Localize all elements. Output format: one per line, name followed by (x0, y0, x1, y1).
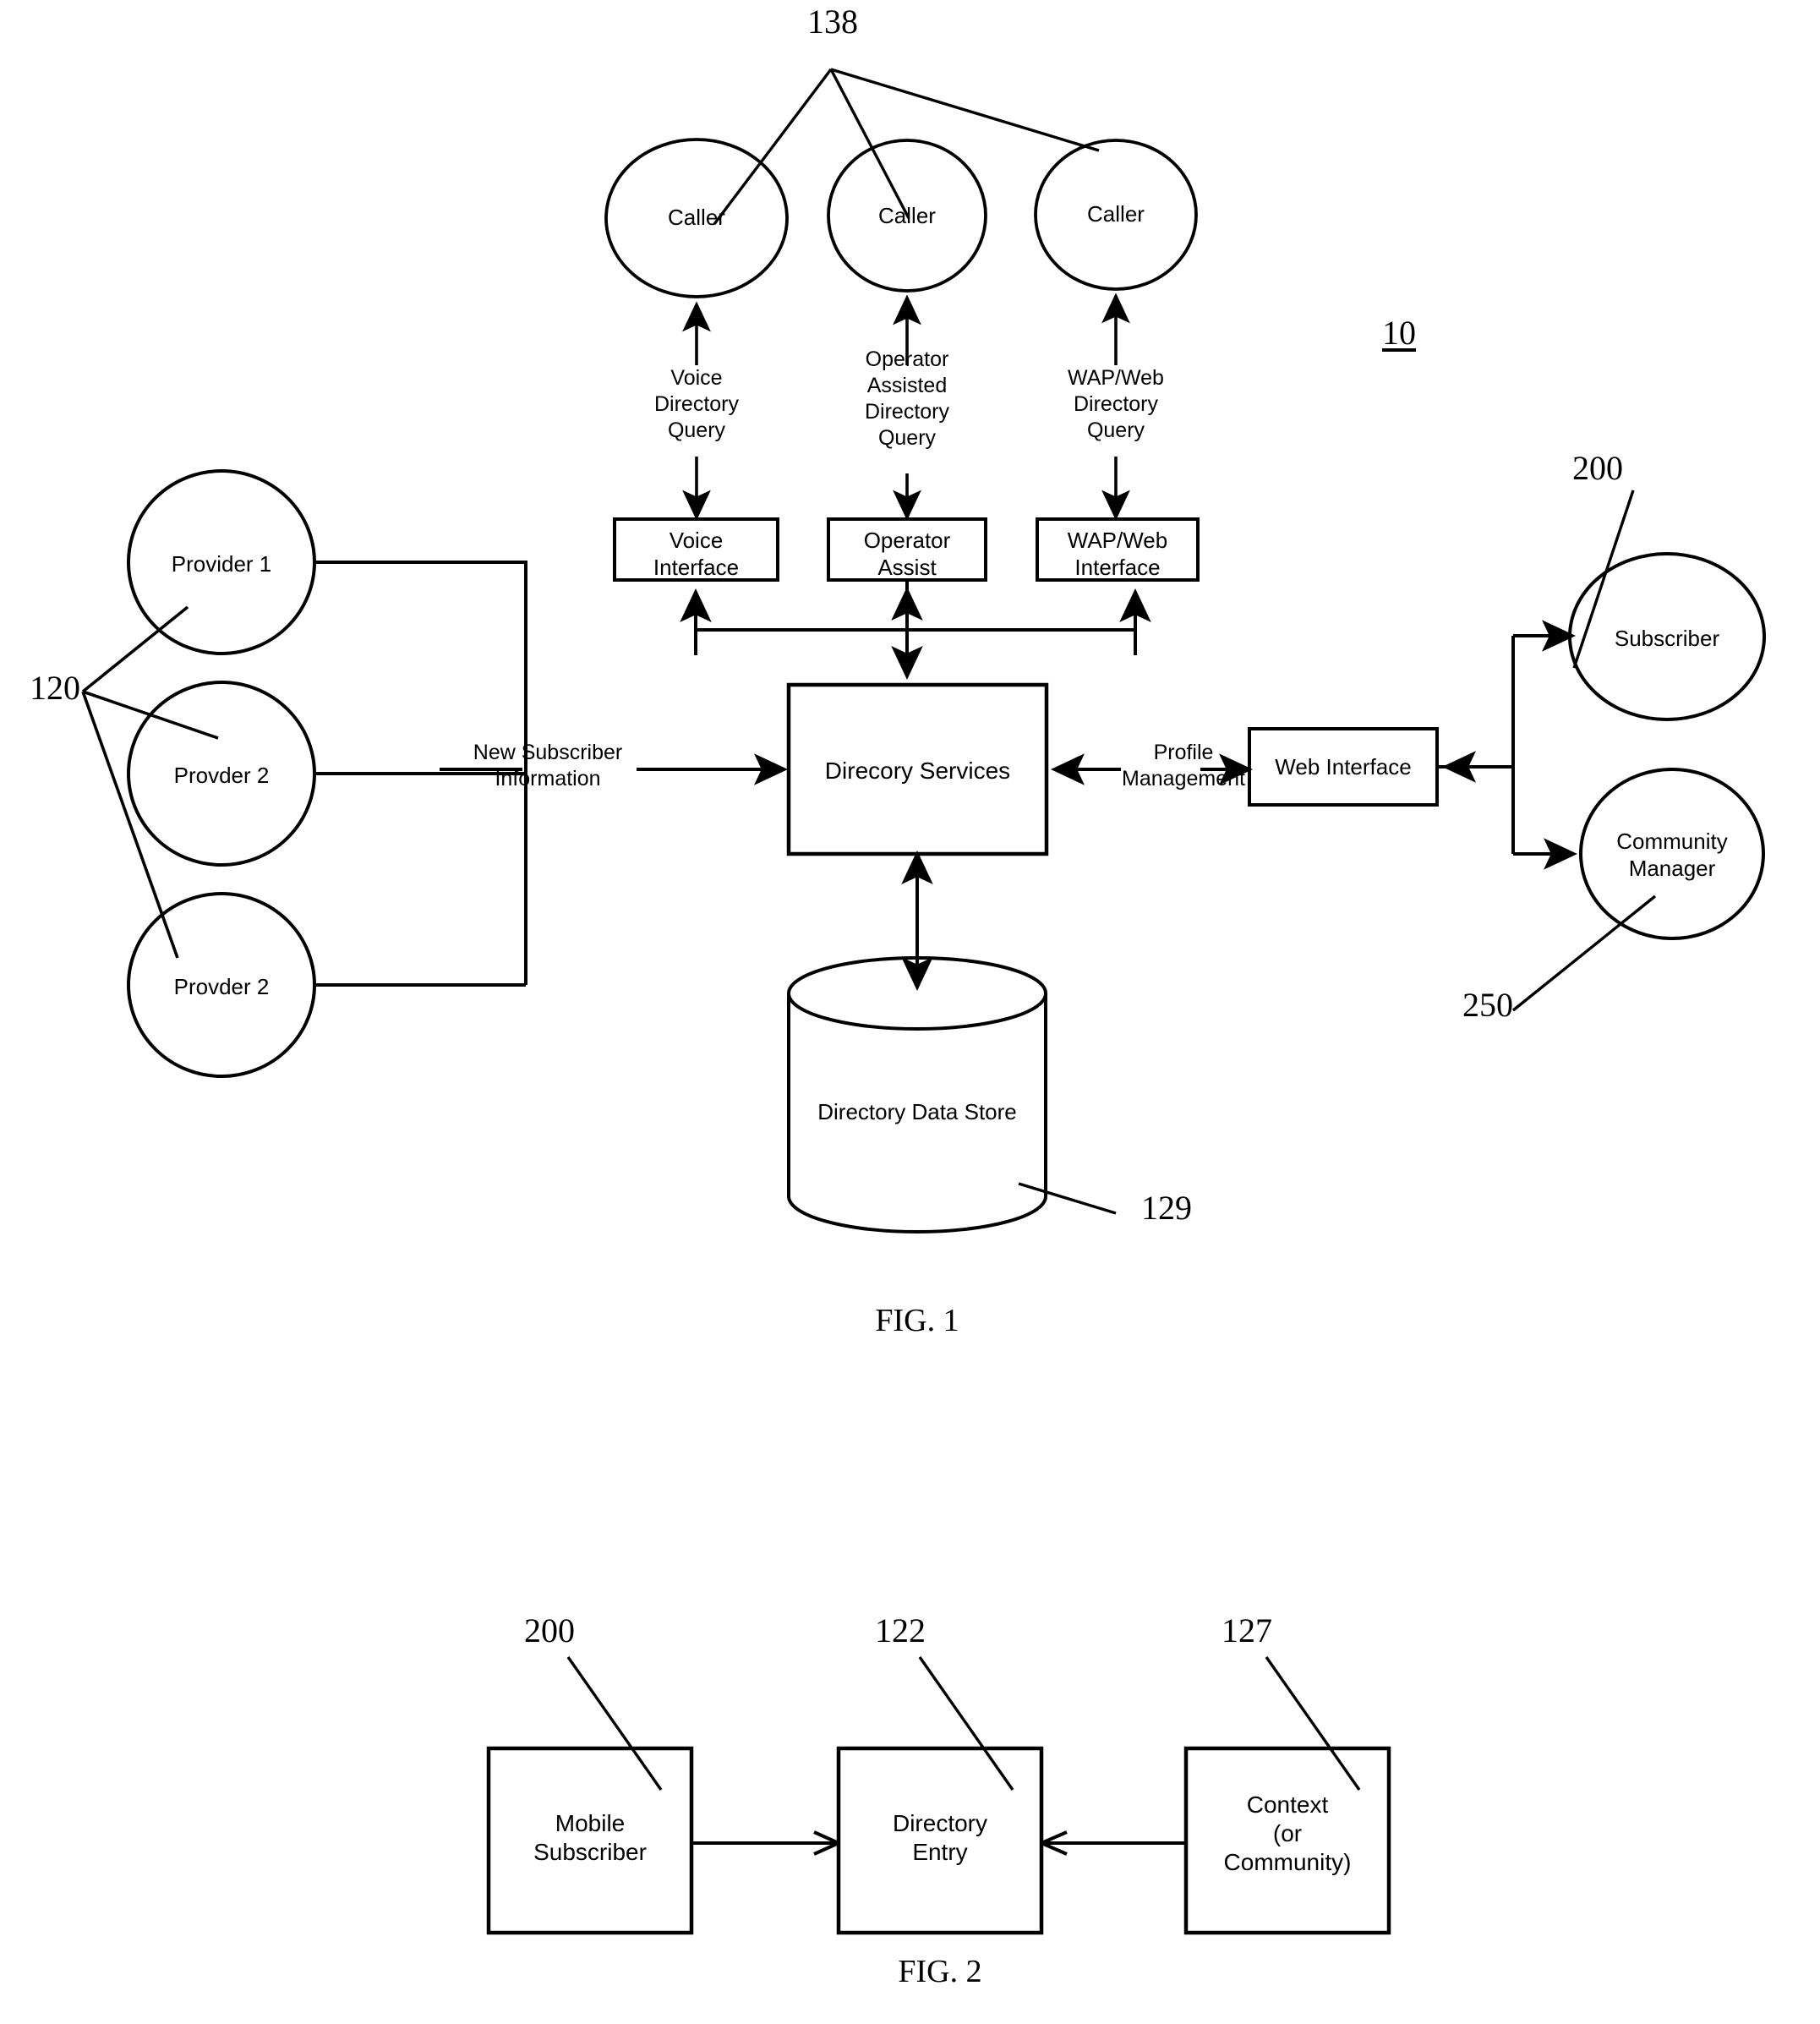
caller-query-arrows-down (682, 457, 1130, 521)
ref-120-providers: 120 (30, 669, 80, 707)
right-actor-circles (1568, 552, 1766, 940)
directory-data-store-cylinder (787, 956, 1047, 1234)
profile-management-label: Profile Management (1122, 741, 1245, 790)
patent-figure-canvas (81, 68, 1766, 1935)
voice-directory-query-label: Voice Directory Query (653, 366, 739, 442)
wap-web-directory-query-label: WAP/Web Directory Query (1068, 366, 1164, 442)
directory-services-box (786, 682, 1049, 856)
datastore-ref-leader (1018, 1182, 1117, 1215)
figure2-boxes (486, 1746, 1391, 1935)
figure2-ref-leaders (566, 1656, 1361, 1791)
caller-circles (604, 138, 1198, 298)
subscriber-ref-leader (1572, 490, 1635, 669)
provider-circles (127, 469, 316, 1078)
ref-10-system: 10 (1382, 314, 1416, 352)
ref-129-datastore: 129 (1141, 1189, 1192, 1227)
new-subscriber-information-label: New Subscriber Information (473, 741, 623, 790)
figure1-caption: FIG. 1 (875, 1303, 959, 1338)
ref-200-subscriber: 200 (1572, 449, 1623, 487)
operator-assisted-directory-query-label: Operator Assisted Directory Query (864, 347, 949, 450)
fig2-ref-200: 200 (524, 1611, 575, 1649)
ref-250-community: 250 (1462, 986, 1513, 1024)
fig2-ref-127: 127 (1222, 1611, 1272, 1649)
directory-interface-bus (694, 628, 1137, 655)
web-interface-box (1248, 727, 1439, 807)
fig2-ref-122: 122 (875, 1611, 926, 1649)
figure2-caption: FIG. 2 (898, 1954, 982, 1989)
providers-ref-leaders (81, 605, 219, 959)
ref-138: 138 (807, 3, 858, 41)
callers-ref-leaders (713, 68, 1100, 226)
figure2-connectors (691, 1830, 1186, 1856)
interface-boxes (613, 517, 1200, 582)
